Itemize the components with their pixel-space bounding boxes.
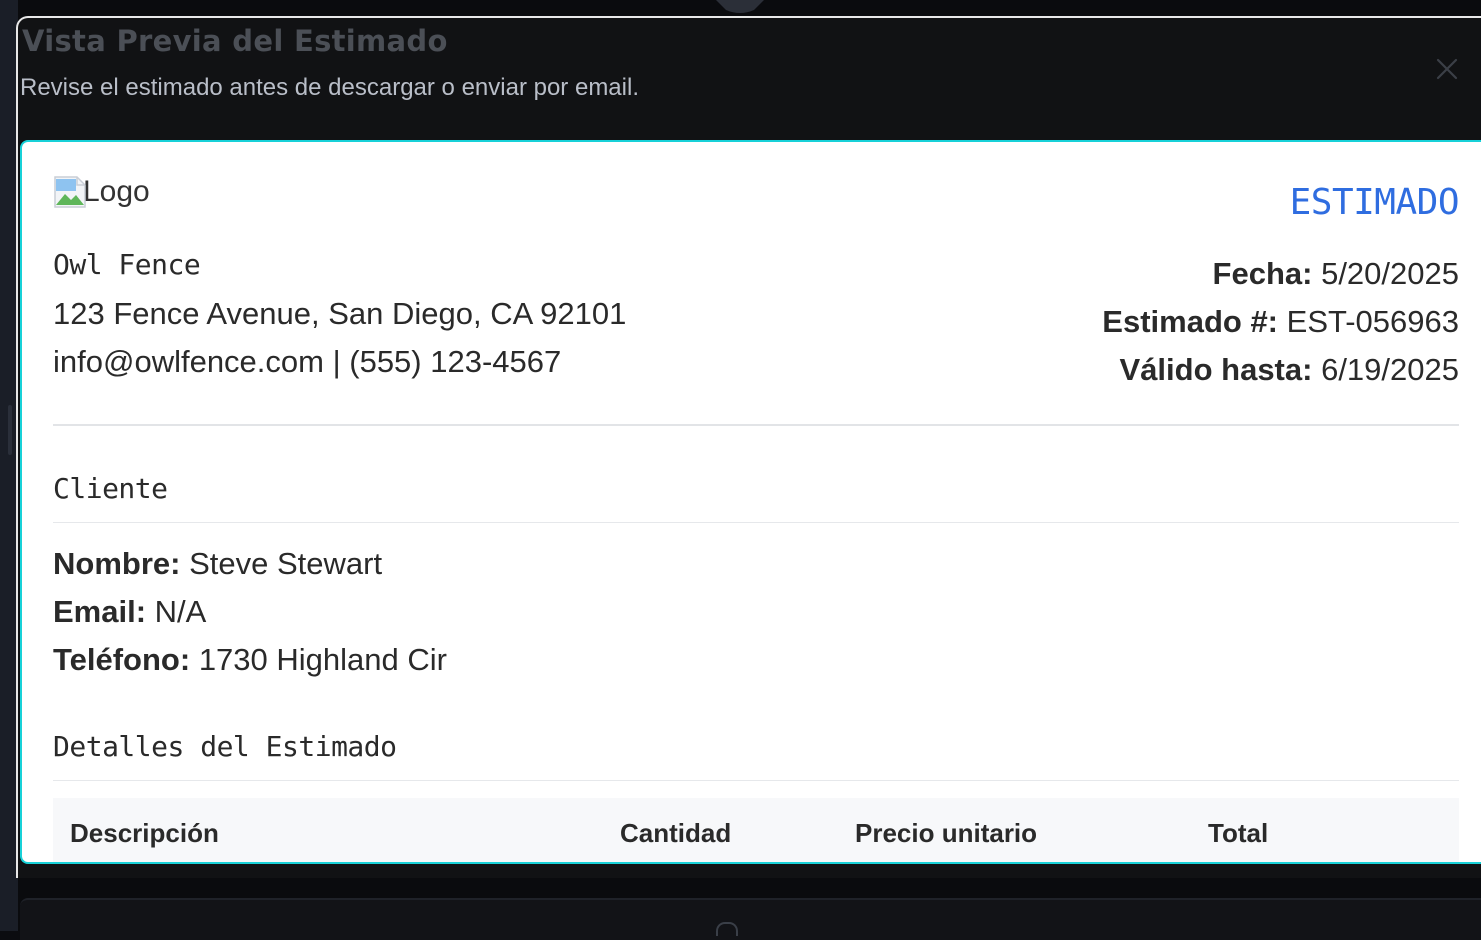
client-email-value: N/A <box>154 594 207 629</box>
number-value: EST-056963 <box>1286 304 1459 339</box>
valid-value: 6/19/2025 <box>1321 352 1459 387</box>
client-phone-value: 1730 Highland Cir <box>198 642 447 677</box>
column-total: Total <box>1208 818 1269 848</box>
company-logo: Logo <box>53 174 150 210</box>
estimate-number: Estimado #: EST-056963 <box>1102 304 1459 340</box>
date-label: Fecha: <box>1212 256 1313 291</box>
company-address: 123 Fence Avenue, San Diego, CA 92101 <box>53 296 627 331</box>
resize-handle[interactable] <box>8 405 12 455</box>
broken-image-icon <box>54 176 86 208</box>
client-phone-label: Teléfono: <box>53 642 191 677</box>
column-description: Descripción <box>70 818 219 848</box>
close-button[interactable] <box>1434 56 1460 82</box>
header-divider <box>53 424 1459 426</box>
owl-logo-icon <box>716 0 764 13</box>
close-icon <box>1436 58 1458 80</box>
dialog-description: Revise el estimado antes de descargar o … <box>20 74 639 101</box>
column-unit-price: Precio unitario <box>855 818 1038 848</box>
logo-alt-text: Logo <box>83 175 150 208</box>
client-phone: Teléfono: 1730 Highland Cir <box>53 642 447 678</box>
client-email-label: Email: <box>53 594 147 629</box>
details-section-title: Detalles del Estimado <box>53 730 397 763</box>
details-table-header: Descripción Cantidad Precio unitario Tot… <box>53 798 1459 862</box>
client-name-value: Steve Stewart <box>189 546 383 581</box>
details-divider <box>53 780 1459 781</box>
company-contact: info@owlfence.com | (555) 123-4567 <box>53 344 562 379</box>
company-name: Owl Fence <box>53 248 201 281</box>
number-label: Estimado #: <box>1102 304 1279 339</box>
client-divider <box>53 522 1459 523</box>
estimate-valid-until: Válido hasta: 6/19/2025 <box>1120 352 1459 388</box>
valid-label: Válido hasta: <box>1119 352 1313 387</box>
dialog-title: Vista Previa del Estimado <box>22 24 448 58</box>
date-value: 5/20/2025 <box>1321 256 1459 291</box>
estimate-date: Fecha: 5/20/2025 <box>1213 256 1459 292</box>
estimate-document: Logo Owl Fence 123 Fence Avenue, San Die… <box>20 140 1481 864</box>
dialog-footer <box>20 898 1481 940</box>
footer-icon <box>716 922 738 936</box>
client-name-label: Nombre: <box>53 546 181 581</box>
document-heading: ESTIMADO <box>1289 182 1460 223</box>
client-section-title: Cliente <box>53 472 168 505</box>
column-quantity: Cantidad <box>620 818 732 848</box>
client-name: Nombre: Steve Stewart <box>53 546 382 582</box>
client-email: Email: N/A <box>53 594 206 630</box>
